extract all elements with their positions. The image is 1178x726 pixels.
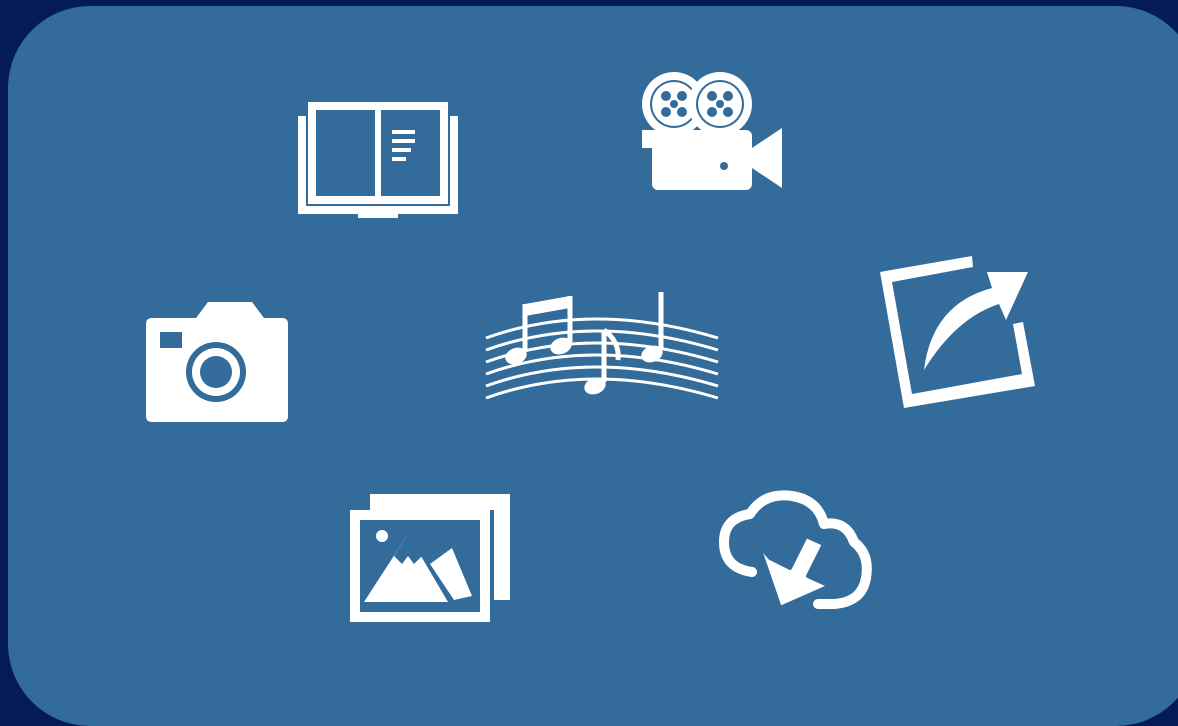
icon-panel: [8, 6, 1178, 726]
share-icon: [872, 242, 1042, 410]
music-notes-icon: [482, 290, 722, 406]
book-icon: [294, 98, 462, 222]
image-gallery-icon: [346, 490, 516, 628]
cloud-download-icon: [714, 490, 874, 620]
video-camera-icon: [636, 72, 788, 192]
camera-icon: [142, 300, 292, 424]
